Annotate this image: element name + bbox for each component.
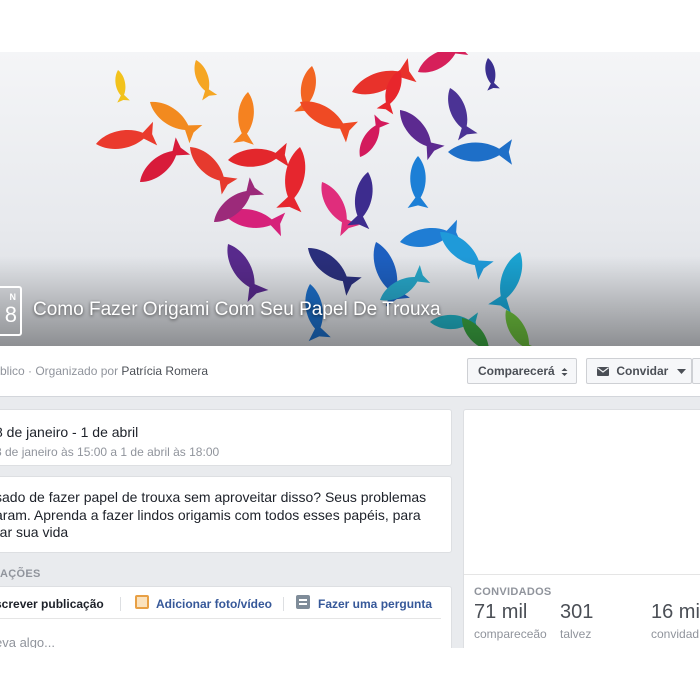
event-meta: blico · Organizado por Patrícia Romera [0, 364, 208, 378]
caret-down-icon [676, 368, 686, 374]
post-input[interactable]: eva algo... [0, 635, 55, 648]
going-count[interactable]: 71 mil [474, 601, 527, 624]
tab-ask-question[interactable]: Fazer uma pergunta [318, 597, 432, 611]
invited-count[interactable]: 16 mi [651, 601, 700, 624]
event-description: sado de fazer papel de trouxa sem aprove… [0, 489, 427, 540]
cover-photo: N 8 Como Fazer Origami Com Seu Papel De … [0, 52, 700, 346]
photo-icon [135, 595, 149, 609]
privacy-label: blico · Organizado por [0, 364, 119, 378]
invite-button[interactable]: Convidar [586, 358, 692, 384]
tab-add-photo-video[interactable]: Adicionar foto/vídeo [156, 597, 272, 611]
event-page: N 8 Como Fazer Origami Com Seu Papel De … [0, 52, 700, 648]
posts-section-label: AÇÕES [0, 568, 41, 580]
tab-write-post[interactable]: screver publicação [0, 597, 104, 611]
list-icon [296, 595, 310, 609]
event-date-detail: 8 de janeiro às 15:00 a 1 de abril às 18… [0, 445, 220, 459]
guests-label: CONVIDADOS [474, 586, 552, 598]
event-date-range: 8 de janeiro - 1 de abril [0, 424, 139, 440]
maybe-label: talvez [560, 627, 592, 641]
event-title: Como Fazer Origami Com Seu Papel De Trou… [33, 299, 441, 320]
more-options-button[interactable] [692, 358, 700, 384]
tab-divider [120, 597, 121, 611]
tab-divider [283, 597, 284, 611]
going-label: compareceão [474, 627, 547, 641]
invited-label: convidad [651, 627, 700, 641]
date-badge-day: 8 [4, 302, 17, 327]
maybe-count[interactable]: 301 [560, 601, 593, 624]
attend-label: Comparecerá [478, 364, 555, 378]
attend-button[interactable]: Comparecerá [467, 358, 577, 384]
event-when-card: 8 de janeiro - 1 de abril 8 de janeiro à… [0, 409, 452, 466]
up-down-caret-icon [561, 367, 568, 376]
event-description-card: sado de fazer papel de trouxa sem aprove… [0, 476, 452, 553]
date-badge-month: N [9, 292, 17, 302]
guests-card: CONVIDADOS 71 mil compareceão 301 talvez… [463, 409, 700, 648]
envelope-icon [597, 367, 609, 377]
invite-label: Convidar [616, 364, 669, 378]
event-date-badge: N 8 [0, 286, 22, 336]
organizer-link[interactable]: Patrícia Romera [121, 364, 208, 378]
post-composer: screver publicação Adicionar foto/vídeo … [0, 586, 452, 648]
event-action-bar: blico · Organizado por Patrícia Romera C… [0, 346, 700, 397]
guests-divider [464, 574, 700, 575]
composer-divider [0, 618, 441, 619]
